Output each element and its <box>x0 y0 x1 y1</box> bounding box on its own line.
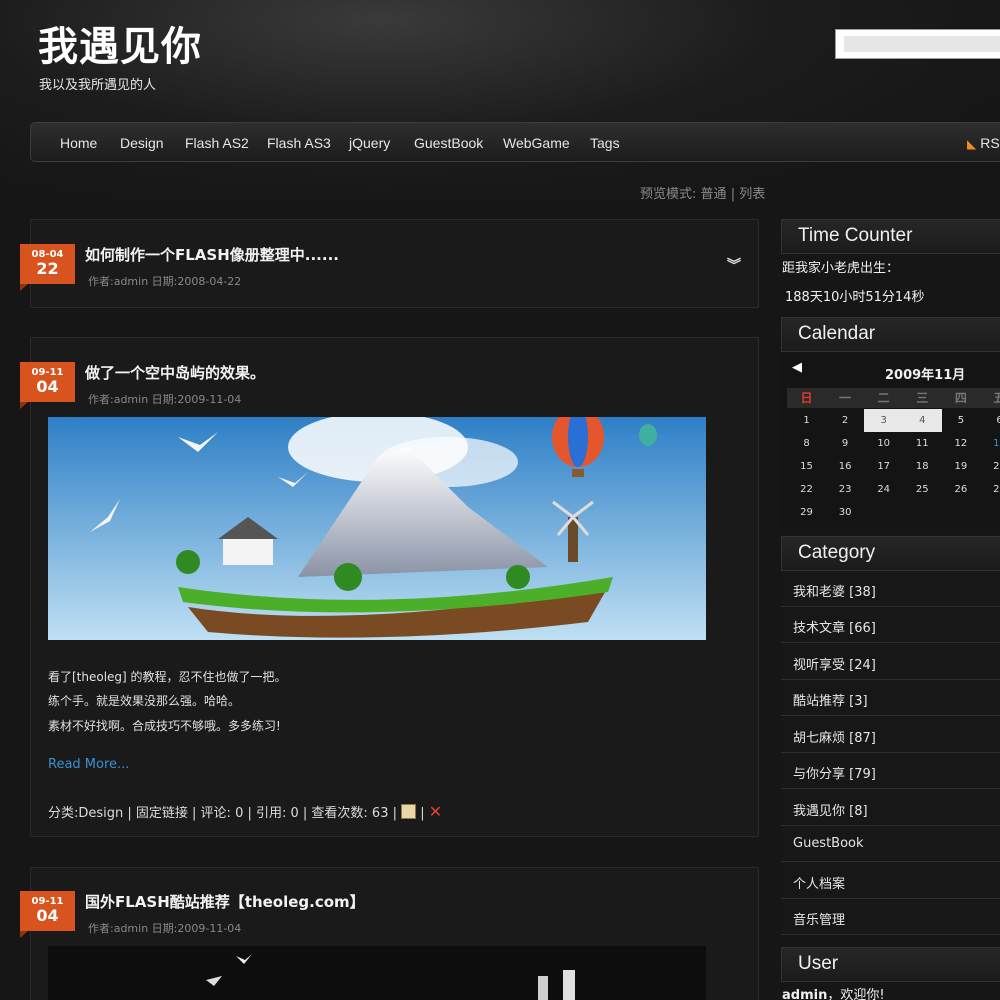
date-badge: 09-11 04 <box>20 891 75 938</box>
search-input[interactable] <box>835 29 1000 59</box>
nav-jquery[interactable]: jQuery <box>349 135 390 151</box>
date-badge: 09-11 04 <box>20 362 75 409</box>
nav-design[interactable]: Design <box>120 135 164 151</box>
nav-guestbook[interactable]: GuestBook <box>414 135 483 151</box>
edit-icon[interactable] <box>401 804 417 819</box>
calendar-day[interactable]: 16 <box>826 455 865 478</box>
search-field[interactable] <box>844 36 1000 52</box>
calendar-day[interactable]: 18 <box>903 455 942 478</box>
post-title[interactable]: 如何制作一个FLASH像册整理中...... <box>85 244 339 265</box>
calendar-weekday: 五 <box>993 391 1000 405</box>
post-footer: 分类:Design | 固定链接 | 评论: 0 | 引用: 0 | 查看次数:… <box>48 802 442 821</box>
rss-link[interactable]: ◣RSS <box>967 135 1000 151</box>
nav-home[interactable]: Home <box>60 135 97 151</box>
calendar-day[interactable]: 22 <box>787 478 826 501</box>
calendar-weekday: 日 <box>800 391 813 405</box>
site-title[interactable]: 我遇见你 <box>38 14 202 72</box>
calendar-month: 2009年11月 <box>885 368 966 383</box>
expand-icon[interactable]: ︾ <box>727 255 741 275</box>
calendar-day[interactable]: 11 <box>903 432 942 455</box>
widget-title-calendar: Calendar <box>781 317 1000 352</box>
calendar-weekday: 四 <box>954 391 967 405</box>
calendar-day[interactable]: 6 <box>980 409 1000 432</box>
post-meta: 作者:admin 日期:2008-04-22 <box>88 275 242 288</box>
category-item[interactable]: 胡七麻烦 [87] <box>781 717 1000 753</box>
category-item[interactable]: 音乐管理 <box>781 899 1000 935</box>
calendar-day[interactable]: 19 <box>941 455 980 478</box>
calendar-day[interactable]: 30 <box>826 501 865 524</box>
calendar-day[interactable]: 9 <box>826 432 865 455</box>
calendar-day[interactable]: 8 <box>787 432 826 455</box>
calendar-day[interactable]: 27 <box>980 478 1000 501</box>
calendar-prev-icon[interactable]: ◀ <box>792 360 802 375</box>
category-item[interactable]: 我和老婆 [38] <box>781 571 1000 607</box>
post-title[interactable]: 国外FLASH酷站推荐【theoleg.com】 <box>85 891 365 912</box>
category-item[interactable]: 我遇见你 [8] <box>781 790 1000 826</box>
post-meta: 作者:admin 日期:2009-11-04 <box>88 922 242 935</box>
calendar-day[interactable]: 4 <box>902 409 942 432</box>
rss-label: RSS <box>980 135 1000 151</box>
calendar-day[interactable]: 12 <box>941 432 980 455</box>
widget-title-user: User <box>781 947 1000 982</box>
calendar-weekday: 一 <box>839 391 852 405</box>
calendar-day[interactable]: 1 <box>787 409 826 432</box>
calendar-weekday: 二 <box>877 391 890 405</box>
calendar-day[interactable]: 25 <box>903 478 942 501</box>
date-day: 22 <box>36 259 59 278</box>
category-item[interactable]: 与你分享 [79] <box>781 753 1000 789</box>
category-item[interactable]: 技术文章 [66] <box>781 607 1000 643</box>
calendar-weekday: 三 <box>916 391 929 405</box>
time-counter-label: 距我家小老虎出生： <box>782 261 900 276</box>
view-mode-list[interactable]: 列表 <box>739 187 765 202</box>
post-title[interactable]: 做了一个空中岛屿的效果。 <box>85 362 265 383</box>
calendar-day[interactable]: 20 <box>980 455 1000 478</box>
nav-webgame[interactable]: WebGame <box>503 135 570 151</box>
calendar-day[interactable]: 24 <box>864 478 903 501</box>
calendar-day[interactable]: 29 <box>787 501 826 524</box>
date-day: 04 <box>36 906 59 925</box>
nav-flash-as3[interactable]: Flash AS3 <box>267 135 331 151</box>
main-navbar: Home Design Flash AS2 Flash AS3 jQuery G… <box>30 122 1000 162</box>
date-day: 04 <box>36 377 59 396</box>
post-body-line: 练个手。就是效果没那么强。哈哈。 <box>48 694 241 708</box>
time-counter-value: 188天10小时51分14秒 <box>785 290 925 305</box>
user-name[interactable]: admin <box>782 988 827 1000</box>
user-greeting: admin，欢迎你! <box>782 984 885 1000</box>
category-item[interactable]: 视听享受 [24] <box>781 644 1000 680</box>
post-preview-image <box>48 946 706 1000</box>
widget-title-time-counter: Time Counter <box>781 219 1000 254</box>
read-more-link[interactable]: Read More... <box>48 757 129 772</box>
post-body-line: 素材不好找啊。合成技巧不够哦。多多练习! <box>48 719 281 733</box>
user-greeting-text: ，欢迎你! <box>827 988 885 1000</box>
post-meta: 作者:admin 日期:2009-11-04 <box>88 393 242 406</box>
category-item[interactable]: 酷站推荐 [3] <box>781 680 1000 716</box>
view-mode-separator: | <box>730 187 736 202</box>
calendar-day[interactable]: 13 <box>980 432 1000 455</box>
calendar-day[interactable]: 5 <box>941 409 980 432</box>
nav-tags[interactable]: Tags <box>590 135 620 151</box>
post-footer-text: 分类:Design | 固定链接 | 评论: 0 | 引用: 0 | 查看次数:… <box>48 806 402 821</box>
calendar-day[interactable]: 17 <box>864 455 903 478</box>
post-body-line: 看了[theoleg] 的教程，忍不住也做了一把。 <box>48 670 287 684</box>
calendar-day[interactable]: 3 <box>864 409 904 432</box>
site-subtitle: 我以及我所遇见的人 <box>39 78 157 93</box>
widget-title-category: Category <box>781 536 1000 571</box>
calendar-day[interactable]: 2 <box>826 409 865 432</box>
calendar-day[interactable]: 15 <box>787 455 826 478</box>
floating-island-image <box>48 417 706 640</box>
view-mode-normal[interactable]: 普通 <box>701 187 727 202</box>
rss-icon: ◣ <box>967 137 977 151</box>
nav-flash-as2[interactable]: Flash AS2 <box>185 135 249 151</box>
calendar-day[interactable]: 26 <box>941 478 980 501</box>
category-item[interactable]: 个人档案 <box>781 863 1000 899</box>
view-mode-switch: 预览模式: 普通 | 列表 <box>640 183 765 202</box>
calendar-day[interactable]: 10 <box>864 432 903 455</box>
category-item[interactable]: GuestBook <box>781 826 1000 862</box>
delete-icon[interactable]: ✕ <box>429 802 442 821</box>
date-badge: 08-04 22 <box>20 244 75 291</box>
view-mode-label: 预览模式: <box>640 187 697 202</box>
calendar-day[interactable]: 23 <box>826 478 865 501</box>
footer-separator: | <box>420 806 429 821</box>
